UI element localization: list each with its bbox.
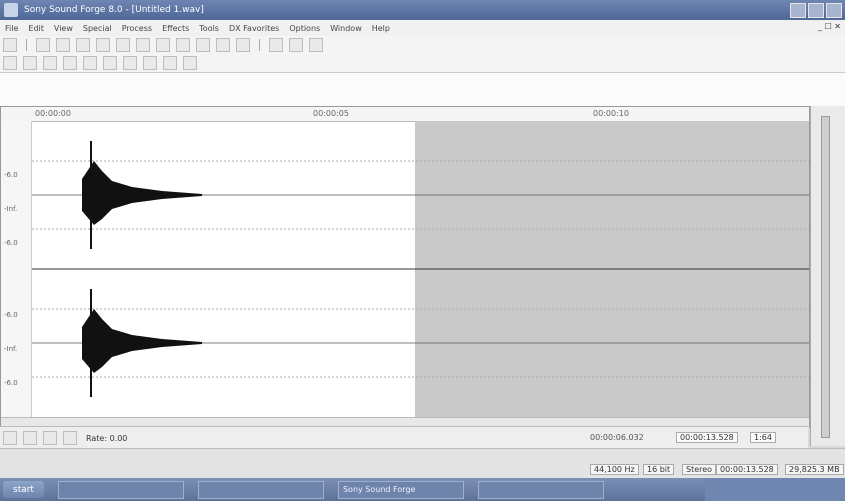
paste-icon[interactable] bbox=[156, 38, 170, 52]
stop-icon[interactable] bbox=[63, 431, 77, 445]
main-toolbar bbox=[0, 36, 845, 54]
time-ruler[interactable]: 00:00:00 00:00:05 00:00:10 bbox=[1, 107, 809, 122]
forward-icon[interactable] bbox=[163, 56, 177, 70]
waveform-window[interactable]: 00:00:00 00:00:05 00:00:10 -6.0 -Inf. -6… bbox=[0, 106, 810, 428]
new-icon[interactable] bbox=[3, 38, 17, 52]
play-icon[interactable] bbox=[63, 56, 77, 70]
rate-label[interactable]: Rate: 0.00 bbox=[86, 434, 127, 443]
taskbar-item-sound-forge[interactable]: Sony Sound Forge bbox=[337, 480, 464, 499]
taskbar-item[interactable] bbox=[57, 480, 184, 499]
app-icon bbox=[4, 3, 18, 17]
channel-2-waveform bbox=[82, 289, 202, 397]
zoom-ratio[interactable]: 1:64 bbox=[750, 432, 776, 443]
db-label: -6.0 bbox=[4, 239, 18, 247]
title-bar: Sony Sound Forge 8.0 - [Untitled 1.wav] bbox=[0, 0, 845, 20]
render-icon[interactable] bbox=[96, 38, 110, 52]
menu-file[interactable]: File bbox=[0, 24, 23, 33]
channel-1-waveform bbox=[82, 141, 202, 249]
pencil-icon[interactable] bbox=[289, 38, 303, 52]
redo-icon[interactable] bbox=[236, 38, 250, 52]
record-icon[interactable] bbox=[3, 56, 17, 70]
toolbar-separator bbox=[259, 39, 260, 51]
menu-bar: File Edit View Special Process Effects T… bbox=[0, 20, 845, 36]
cut-icon[interactable] bbox=[116, 38, 130, 52]
mdi-window-controls[interactable]: _ ☐ ✕ bbox=[818, 22, 841, 31]
db-label: -6.0 bbox=[4, 311, 18, 319]
save-as-icon[interactable] bbox=[76, 38, 90, 52]
taskbar: start Sony Sound Forge bbox=[0, 478, 845, 501]
window-title: Sony Sound Forge 8.0 - [Untitled 1.wav] bbox=[24, 5, 204, 15]
position-bar: Rate: 0.00 00:00:06.032 00:00:13.528 1:6… bbox=[0, 426, 808, 449]
transport-toolbar bbox=[0, 54, 845, 72]
status-samplerate: 44,100 Hz bbox=[590, 464, 639, 475]
position-readout: 00:00:06.032 bbox=[590, 433, 644, 442]
go-end-icon[interactable] bbox=[23, 431, 37, 445]
db-label: -6.0 bbox=[4, 379, 18, 387]
minimize-button[interactable] bbox=[790, 3, 806, 18]
magnify-icon[interactable] bbox=[309, 38, 323, 52]
zoom-icon[interactable] bbox=[269, 38, 283, 52]
menu-view[interactable]: View bbox=[49, 24, 78, 33]
taskbar-item[interactable] bbox=[197, 480, 324, 499]
status-length: 00:00:13.528 bbox=[716, 464, 778, 475]
go-start-icon[interactable] bbox=[3, 431, 17, 445]
ruler-tick: 00:00:05 bbox=[313, 109, 349, 118]
db-label: -Inf. bbox=[4, 205, 18, 213]
db-label: -6.0 bbox=[4, 171, 18, 179]
mix-icon[interactable] bbox=[176, 38, 190, 52]
trim-icon[interactable] bbox=[196, 38, 210, 52]
loop-icon[interactable] bbox=[23, 56, 37, 70]
save-icon[interactable] bbox=[56, 38, 70, 52]
waveform-svg bbox=[32, 121, 809, 417]
play-all-icon[interactable] bbox=[43, 56, 57, 70]
ruler-tick: 00:00:10 bbox=[593, 109, 629, 118]
level-meter bbox=[810, 106, 845, 446]
menu-edit[interactable]: Edit bbox=[23, 24, 49, 33]
status-space: 29,825.3 MB bbox=[785, 464, 844, 475]
status-bits: 16 bit bbox=[643, 464, 675, 475]
menu-effects[interactable]: Effects bbox=[157, 24, 194, 33]
start-button[interactable]: start bbox=[3, 481, 44, 498]
db-label: -Inf. bbox=[4, 345, 18, 353]
open-icon[interactable] bbox=[36, 38, 50, 52]
pause-icon[interactable] bbox=[83, 56, 97, 70]
play-icon[interactable] bbox=[43, 431, 57, 445]
menu-options[interactable]: Options bbox=[284, 24, 325, 33]
meter-bar bbox=[821, 116, 830, 438]
waveform-plot[interactable] bbox=[32, 121, 809, 417]
menu-tools[interactable]: Tools bbox=[194, 24, 224, 33]
go-end-icon[interactable] bbox=[183, 56, 197, 70]
go-start-icon[interactable] bbox=[123, 56, 137, 70]
rewind-icon[interactable] bbox=[143, 56, 157, 70]
cursor-field[interactable]: 00:00:13.528 bbox=[676, 432, 738, 443]
toolbar-separator bbox=[26, 39, 27, 51]
menu-process[interactable]: Process bbox=[117, 24, 157, 33]
ruler-tick: 00:00:00 bbox=[35, 109, 71, 118]
menu-dx-favorites[interactable]: DX Favorites bbox=[224, 24, 284, 33]
workspace-strip bbox=[0, 72, 845, 108]
maximize-button[interactable] bbox=[808, 3, 824, 18]
taskbar-item[interactable] bbox=[477, 480, 604, 499]
status-bar: 44,100 Hz 16 bit Stereo 00:00:13.528 29,… bbox=[0, 448, 845, 479]
level-ruler: -6.0 -Inf. -6.0 -6.0 -Inf. -6.0 bbox=[1, 121, 32, 417]
menu-help[interactable]: Help bbox=[367, 24, 395, 33]
close-button[interactable] bbox=[826, 3, 842, 18]
stop-icon[interactable] bbox=[103, 56, 117, 70]
copy-icon[interactable] bbox=[136, 38, 150, 52]
undo-icon[interactable] bbox=[216, 38, 230, 52]
status-channels: Stereo bbox=[682, 464, 717, 475]
menu-special[interactable]: Special bbox=[78, 24, 117, 33]
menu-window[interactable]: Window bbox=[325, 24, 367, 33]
system-tray bbox=[705, 478, 845, 501]
